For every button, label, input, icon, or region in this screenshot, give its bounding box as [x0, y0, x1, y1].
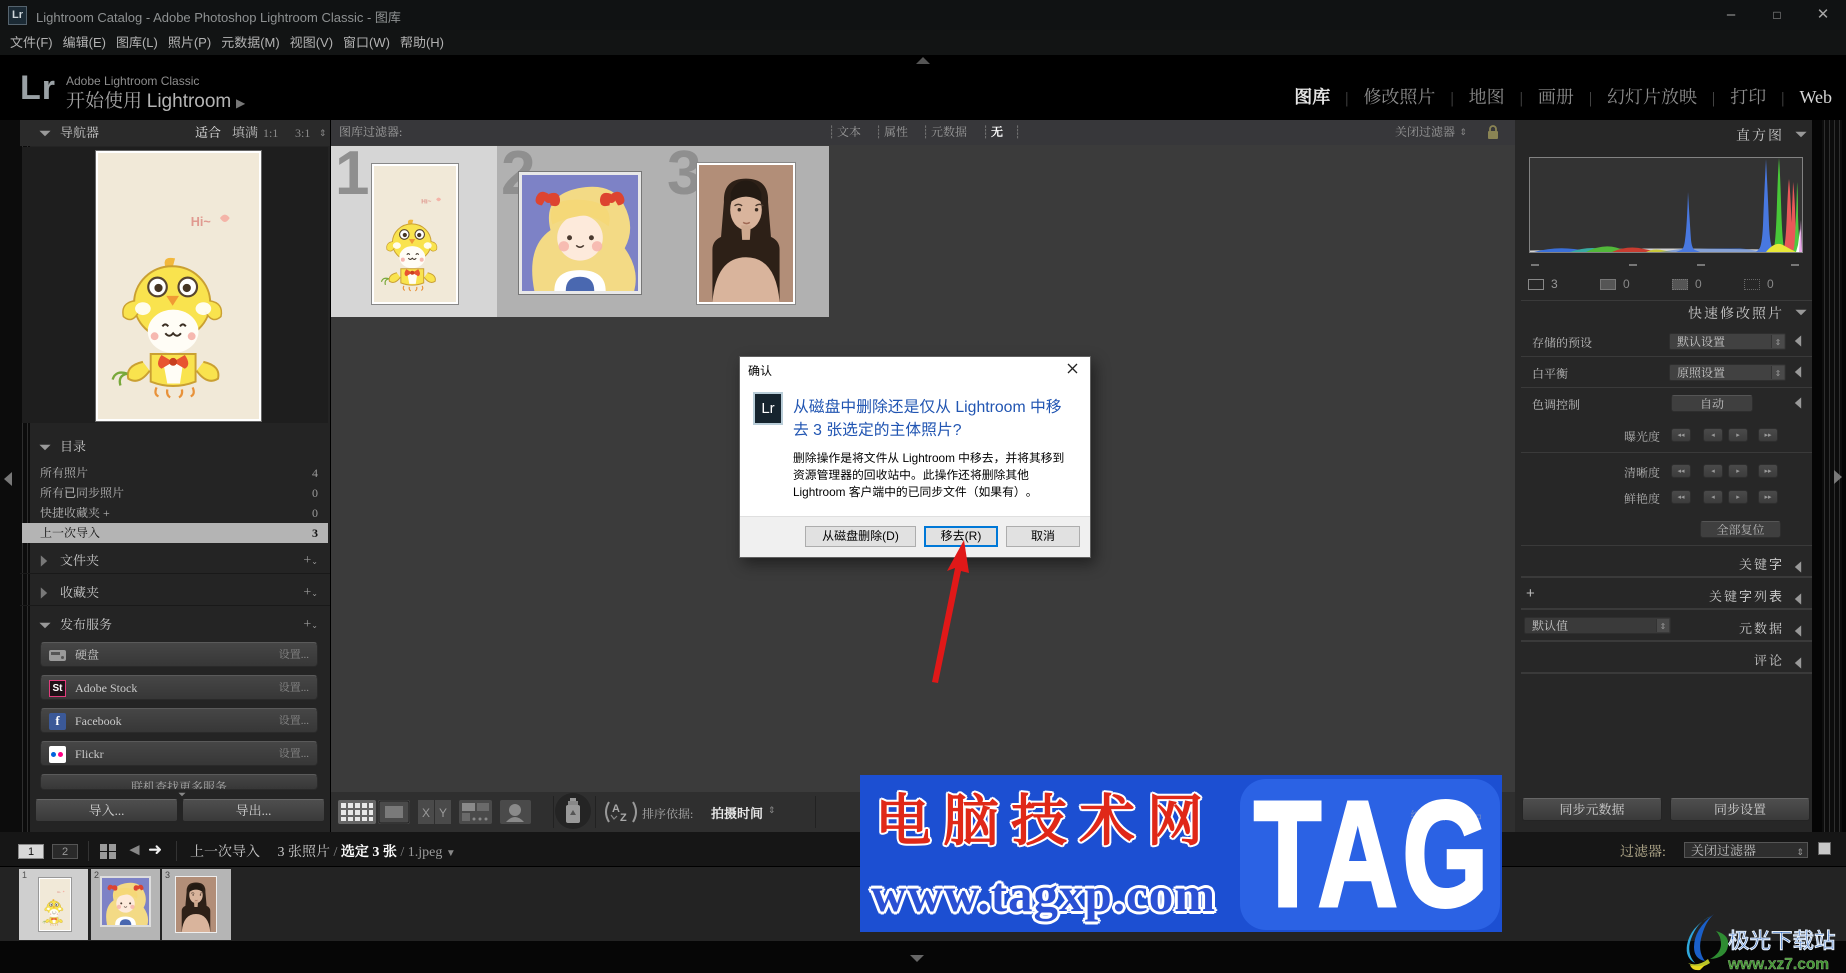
svg-text:Y: Y: [439, 806, 447, 820]
svg-text:A: A: [612, 803, 620, 815]
svg-text:X: X: [422, 806, 430, 820]
svg-text:Z: Z: [620, 812, 627, 824]
svg-text:www.xz7.com: www.xz7.com: [1727, 956, 1829, 973]
svg-text:极光下载站: 极光下载站: [1728, 924, 1836, 955]
